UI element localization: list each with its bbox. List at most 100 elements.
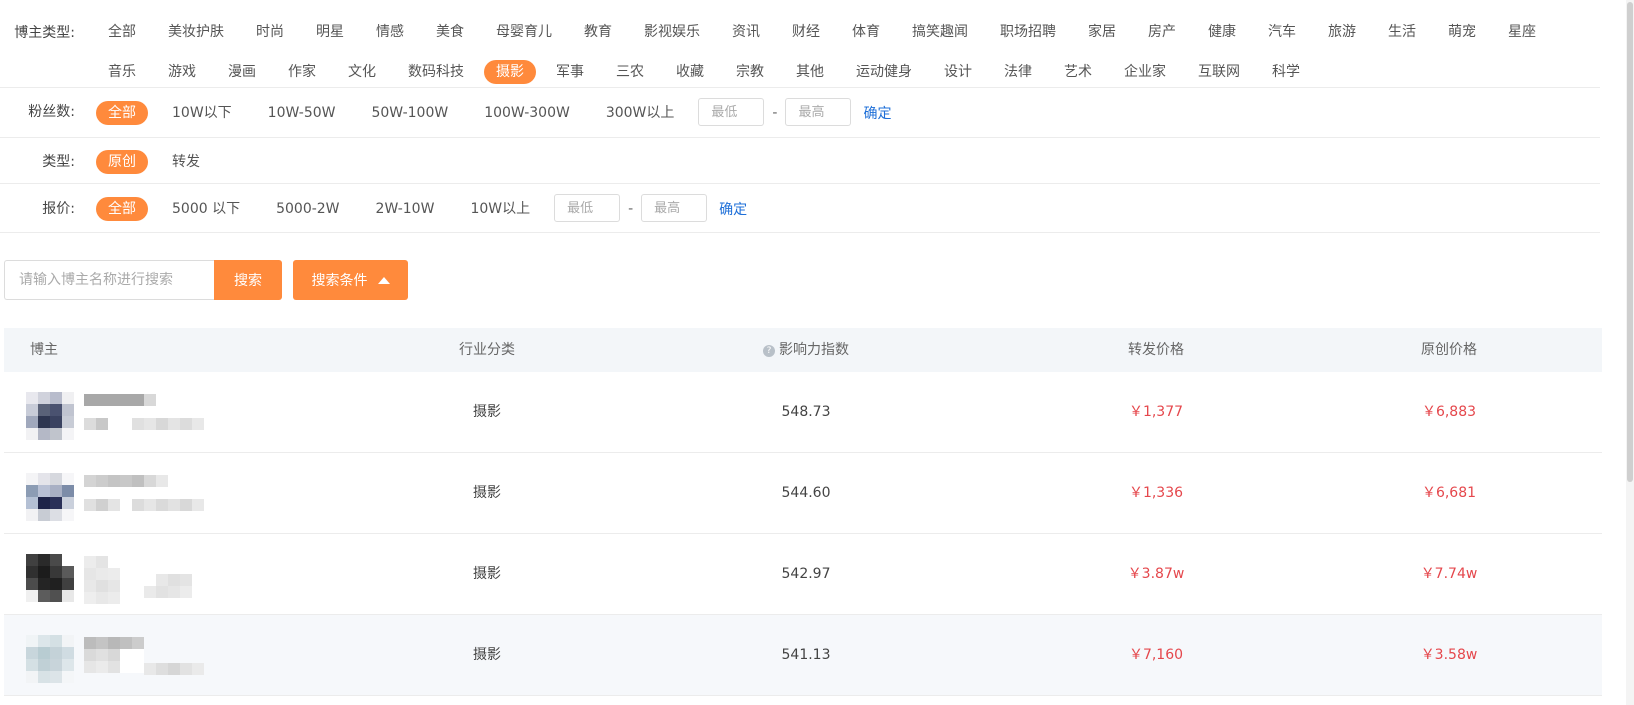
blogger_type-option[interactable]: 数码科技 bbox=[396, 60, 476, 84]
search-input[interactable] bbox=[4, 260, 214, 300]
blogger_type-option[interactable]: 军事 bbox=[544, 60, 596, 84]
blogger_type-option[interactable]: 全部 bbox=[96, 20, 148, 44]
fans-label: 粉丝数: bbox=[28, 104, 75, 120]
repost-price-cell: ￥7,160 bbox=[1128, 647, 1184, 663]
blogger_type-option[interactable]: 时尚 bbox=[244, 20, 296, 44]
blogger_type-option[interactable]: 文化 bbox=[336, 60, 388, 84]
blogger-meta bbox=[144, 499, 204, 511]
fans-option[interactable]: 10W-50W bbox=[256, 101, 348, 125]
repost-price-cell: ￥1,377 bbox=[1128, 404, 1184, 420]
blogger_type-option[interactable]: 健康 bbox=[1196, 20, 1248, 44]
blogger_type-option[interactable]: 音乐 bbox=[96, 60, 148, 84]
influence-index-cell: 548.73 bbox=[781, 404, 831, 420]
price-min-input[interactable] bbox=[554, 194, 621, 222]
blogger_type-option[interactable]: 体育 bbox=[840, 20, 892, 44]
blogger_type-option[interactable]: 情感 bbox=[364, 20, 416, 44]
kind-option[interactable]: 原创 bbox=[96, 150, 148, 174]
search-button[interactable]: 搜索 bbox=[214, 260, 282, 300]
blogger_type-option[interactable]: 收藏 bbox=[664, 60, 716, 84]
blogger_type-option[interactable]: 星座 bbox=[1496, 20, 1548, 44]
table-row[interactable]: 摄影 548.73 ￥1,377 ￥6,883 bbox=[4, 372, 1602, 453]
table-row[interactable]: 摄影 541.13 ￥7,160 ￥3.58w bbox=[4, 615, 1602, 696]
price-option[interactable]: 2W-10W bbox=[364, 197, 447, 221]
kind-filter-row: 类型: 原创 转发 bbox=[0, 138, 1600, 184]
category-cell: 摄影 bbox=[473, 647, 501, 663]
blogger_type-option[interactable]: 美妆护肤 bbox=[156, 20, 236, 44]
search-conditions-label: 搜索条件 bbox=[311, 273, 368, 289]
avatar bbox=[26, 473, 74, 521]
blogger_type-option[interactable]: 作家 bbox=[276, 60, 328, 84]
price-option[interactable]: 全部 bbox=[96, 197, 148, 221]
price-max-input[interactable] bbox=[641, 194, 708, 222]
price-option[interactable]: 5000 以下 bbox=[160, 197, 252, 221]
search-conditions-button[interactable]: 搜索条件 bbox=[293, 260, 408, 300]
vertical-scrollbar[interactable] bbox=[1626, 0, 1634, 705]
blogger_type-option[interactable]: 摄影 bbox=[484, 60, 536, 84]
fans-confirm-link[interactable]: 确定 bbox=[863, 103, 891, 123]
blogger_type-option[interactable]: 美食 bbox=[424, 20, 476, 44]
blogger_type-option[interactable]: 设计 bbox=[932, 60, 984, 84]
fans-options: 全部10W以下10W-50W50W-100W100W-300W300W以上 - … bbox=[96, 98, 1600, 126]
scrollbar-thumb[interactable] bbox=[1627, 2, 1633, 482]
blogger_type-option[interactable]: 互联网 bbox=[1186, 60, 1252, 84]
avatar bbox=[26, 635, 74, 683]
original-price-cell: ￥3.58w bbox=[1420, 647, 1478, 663]
blogger_type-option[interactable]: 企业家 bbox=[1112, 60, 1178, 84]
header-repost-price: 转发价格 bbox=[1128, 342, 1184, 358]
kind-option[interactable]: 转发 bbox=[160, 150, 212, 174]
original-price-cell: ￥6,883 bbox=[1421, 404, 1477, 420]
price-confirm-link[interactable]: 确定 bbox=[719, 199, 747, 219]
blogger_type-option[interactable]: 游戏 bbox=[156, 60, 208, 84]
price-label: 报价: bbox=[42, 201, 75, 217]
blogger_type-option[interactable]: 职场招聘 bbox=[988, 20, 1068, 44]
repost-price-cell: ￥1,336 bbox=[1128, 485, 1184, 501]
blogger_type-option[interactable]: 教育 bbox=[572, 20, 624, 44]
original-price-cell: ￥7.74w bbox=[1420, 566, 1478, 582]
table-row[interactable]: 摄影 544.60 ￥1,336 ￥6,681 bbox=[4, 453, 1602, 534]
avatar bbox=[26, 554, 74, 602]
blogger-meta bbox=[144, 663, 204, 675]
blogger_type-option[interactable]: 母婴育儿 bbox=[484, 20, 564, 44]
blogger_type-option[interactable]: 财经 bbox=[780, 20, 832, 44]
blogger_type-option[interactable]: 法律 bbox=[992, 60, 1044, 84]
blogger-name bbox=[84, 556, 132, 604]
blogger_type-option[interactable]: 汽车 bbox=[1256, 20, 1308, 44]
blogger_type-option[interactable]: 房产 bbox=[1136, 20, 1188, 44]
influence-index-cell: 544.60 bbox=[781, 485, 831, 501]
blogger_type-option[interactable]: 萌宠 bbox=[1436, 20, 1488, 44]
help-icon[interactable]: ? bbox=[763, 345, 775, 357]
price-option[interactable]: 5000-2W bbox=[264, 197, 351, 221]
blogger_type-option[interactable]: 影视娱乐 bbox=[632, 20, 712, 44]
blogger_type-option[interactable]: 运动健身 bbox=[844, 60, 924, 84]
blogger-name bbox=[84, 637, 144, 673]
category-cell: 摄影 bbox=[473, 566, 501, 582]
blogger_type-option[interactable]: 宗教 bbox=[724, 60, 776, 84]
fans-max-input[interactable] bbox=[785, 98, 852, 126]
fans-option[interactable]: 300W以上 bbox=[594, 101, 687, 125]
fans-min-input[interactable] bbox=[698, 98, 765, 126]
blogger_type-option[interactable]: 搞笑趣闻 bbox=[900, 20, 980, 44]
blogger_type-option[interactable]: 科学 bbox=[1260, 60, 1312, 84]
fans-filter-row: 粉丝数: 全部 10W以下 10W-50W 50W-100W 100W-300W 300W… bbox=[0, 88, 1600, 138]
fans-option[interactable]: 50W-100W bbox=[359, 101, 460, 125]
fans-option[interactable]: 全部 bbox=[96, 101, 148, 125]
blogger_type-option[interactable]: 家居 bbox=[1076, 20, 1128, 44]
header-original-price: 原创价格 bbox=[1421, 342, 1477, 358]
price-option[interactable]: 10W以上 bbox=[458, 197, 542, 221]
blogger_type-option[interactable]: 三农 bbox=[604, 60, 656, 84]
blogger_type-option[interactable]: 资讯 bbox=[720, 20, 772, 44]
fans-option[interactable]: 100W-300W bbox=[472, 101, 582, 125]
influence-index-cell: 542.97 bbox=[781, 566, 831, 582]
blogger_type-option[interactable]: 明星 bbox=[304, 20, 356, 44]
blogger_type-option[interactable]: 艺术 bbox=[1052, 60, 1104, 84]
fans-range-dash: - bbox=[772, 105, 778, 121]
blogger_type-option[interactable]: 漫画 bbox=[216, 60, 268, 84]
blogger-type-options: 全部 美妆护肤 时尚 明星 情感 美食 母婴育儿 教育 影视娱乐 资讯 财经 体育 搞笑趣闻 职场招聘 家居… bbox=[96, 20, 1600, 84]
blogger_type-option[interactable]: 其他 bbox=[784, 60, 836, 84]
fans-option[interactable]: 10W以下 bbox=[160, 101, 244, 125]
influence-index-cell: 541.13 bbox=[781, 647, 831, 663]
blogger_type-option[interactable]: 生活 bbox=[1376, 20, 1428, 44]
header-blogger: 博主 bbox=[30, 342, 58, 358]
blogger_type-option[interactable]: 旅游 bbox=[1316, 20, 1368, 44]
table-row[interactable]: 摄影 542.97 ￥3.87w ￥7.74w bbox=[4, 534, 1602, 615]
